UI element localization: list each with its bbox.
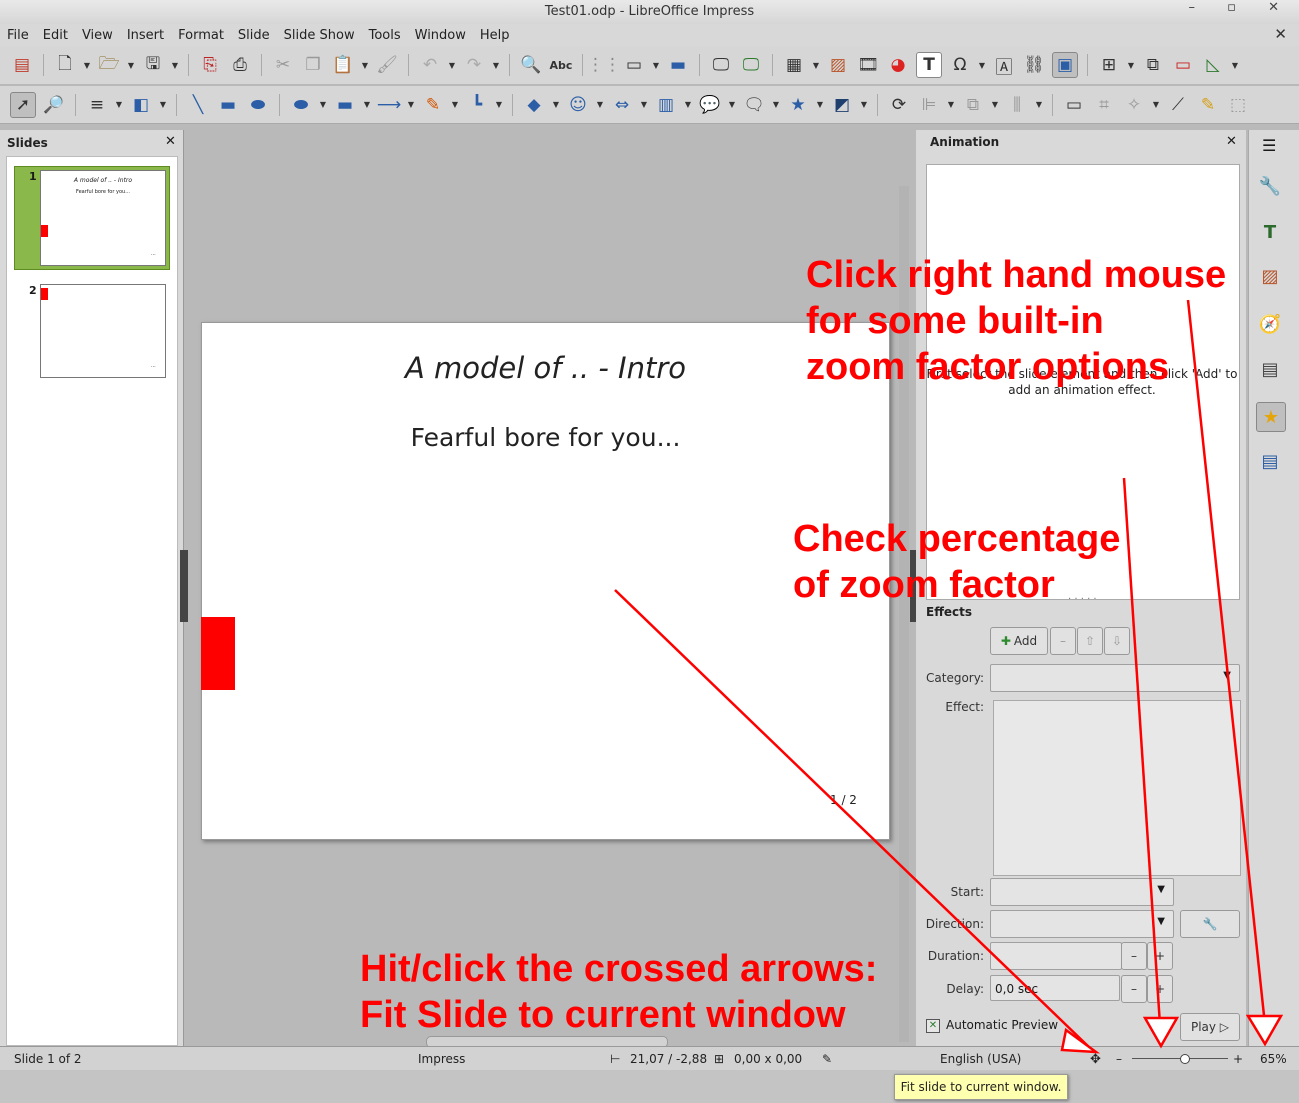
annotation-right-click-line1: Click right hand mouse: [806, 254, 1227, 296]
arrowhead-zoom-percentage: [1245, 1014, 1284, 1047]
annotation-check-line1: Check percentage: [793, 518, 1121, 560]
annotation-right-click-line2: for some built-in: [806, 300, 1104, 342]
arrow-to-zoom-percentage: [1186, 299, 1267, 1026]
annotation-hit-line1: Hit/click the crossed arrows:: [360, 948, 878, 990]
arrow-to-zoom-slider: [1122, 477, 1162, 1026]
annotation-hit-line2: Fit Slide to current window: [360, 994, 846, 1036]
arrowhead-zoom-slider: [1142, 1016, 1180, 1049]
arrowhead-fit-slide: [1060, 1027, 1101, 1054]
annotation-right-click-line3: zoom factor options: [806, 346, 1170, 388]
annotation-check-line2: of zoom factor: [793, 564, 1055, 606]
